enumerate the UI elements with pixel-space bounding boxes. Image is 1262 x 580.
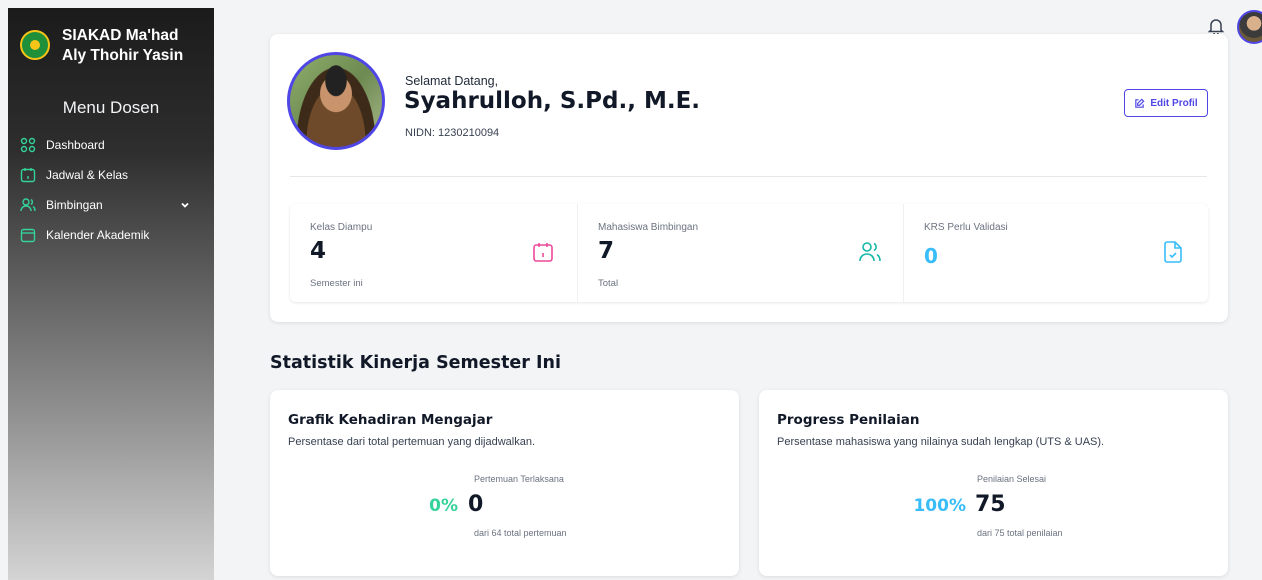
metric-sub: dari 75 total penilaian: [977, 528, 1063, 538]
metric-label: Penilaian Selesai: [977, 474, 1047, 484]
menu-title: Menu Dosen: [62, 98, 160, 117]
profile-card: Selamat Datang, Syahrulloh, S.Pd., M.E. …: [270, 34, 1228, 322]
bell-icon[interactable]: [1206, 16, 1226, 36]
sidebar-item-bimbingan[interactable]: Bimbingan: [8, 190, 214, 220]
calendar-icon: [18, 165, 38, 185]
sidebar-item-label: Kalender Akademik: [46, 228, 150, 242]
section-title: Statistik Kinerja Semester Ini: [270, 353, 561, 373]
stat-mahasiswa-bimbingan: Mahasiswa Bimbingan 7 Total: [577, 204, 903, 302]
stat-value: 0: [924, 244, 938, 268]
sidebar-menu: Dashboard Jadwal & Kelas Bimbingan Kalen…: [8, 130, 214, 250]
users-icon: [18, 195, 38, 215]
welcome-text: Selamat Datang,: [405, 74, 499, 88]
edit-icon: [1135, 98, 1145, 108]
calendar-icon: [533, 243, 553, 262]
stat-label: Mahasiswa Bimbingan: [598, 222, 699, 233]
stat-label: Kelas Diampu: [310, 222, 373, 233]
chevron-down-icon[interactable]: [180, 200, 190, 210]
attendance-card: Grafik Kehadiran Mengajar Persentase dar…: [270, 390, 739, 576]
sidebar-item-dashboard[interactable]: Dashboard: [8, 130, 214, 160]
brand-name: SIAKAD Ma'had Aly Thohir Yasin: [62, 27, 184, 64]
grid-icon: [18, 135, 38, 155]
stat-value: 4: [310, 238, 327, 264]
edit-profile-label: Edit Profil: [1150, 97, 1198, 109]
card-desc: Persentase mahasiswa yang nilainya sudah…: [777, 436, 1105, 448]
metric-label: Pertemuan Terlaksana: [474, 474, 564, 484]
brand-logo-icon: [20, 30, 50, 60]
metric-sub: dari 64 total pertemuan: [474, 528, 567, 538]
file-check-icon: [1164, 241, 1182, 263]
sidebar-item-kalender-akademik[interactable]: Kalender Akademik: [8, 220, 214, 250]
lecturer-name: Syahrulloh, S.Pd., M.E.: [404, 88, 701, 114]
sidebar-item-jadwal-kelas[interactable]: Jadwal & Kelas: [8, 160, 214, 190]
metric-value: 0: [468, 492, 484, 517]
card-title: Grafik Kehadiran Mengajar: [288, 412, 493, 428]
stat-label: KRS Perlu Validasi: [924, 222, 1008, 233]
card-title: Progress Penilaian: [777, 412, 920, 428]
calendar-outline-icon: [18, 225, 38, 245]
metric-percent: 0%: [429, 496, 458, 516]
sidebar: SIAKAD Ma'had Aly Thohir Yasin Menu Dose…: [8, 8, 214, 580]
stats-box: Kelas Diampu 4 Semester ini Mahasiswa Bi…: [290, 204, 1208, 302]
stat-krs-validasi: KRS Perlu Validasi 0: [903, 204, 1208, 302]
nidn-text: NIDN: 1230210094: [405, 127, 500, 139]
profile-photo: [287, 52, 385, 150]
brand[interactable]: SIAKAD Ma'had Aly Thohir Yasin: [8, 8, 214, 66]
stat-sub: Semester ini: [310, 278, 363, 289]
stat-sub: Total: [598, 278, 619, 289]
stat-kelas-diampu: Kelas Diampu 4 Semester ini: [290, 204, 577, 302]
user-avatar[interactable]: [1237, 10, 1262, 44]
divider: [290, 176, 1207, 177]
metric-percent: 100%: [913, 496, 966, 516]
card-desc: Persentase dari total pertemuan yang dij…: [288, 436, 536, 448]
stat-value: 7: [598, 238, 615, 264]
grading-progress-card: Progress Penilaian Persentase mahasiswa …: [759, 390, 1228, 576]
sidebar-item-label: Jadwal & Kelas: [46, 168, 129, 182]
sidebar-item-label: Dashboard: [46, 138, 105, 152]
sidebar-item-label: Bimbingan: [46, 198, 103, 212]
metric-value: 75: [975, 492, 1006, 517]
edit-profile-button[interactable]: Edit Profil: [1124, 89, 1208, 117]
users-icon: [859, 242, 881, 262]
